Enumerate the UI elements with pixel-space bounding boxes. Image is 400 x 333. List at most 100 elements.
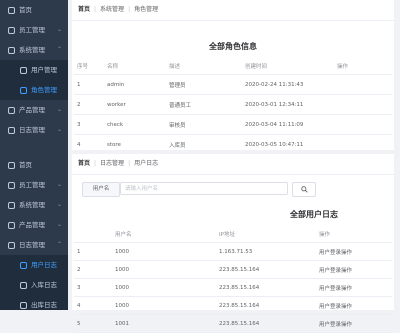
column-header: 操作 <box>334 57 392 75</box>
search-icon <box>300 186 308 193</box>
table-row[interactable]: 1 admin 管理员 2020-02-24 11:31:43 <box>74 74 392 95</box>
user-icon <box>8 26 15 34</box>
sidebar-item[interactable]: 员工管理 ⌄ <box>0 20 68 40</box>
home-icon <box>8 161 15 169</box>
doc-icon <box>20 261 27 269</box>
table-cell: 2020-02-24 11:31:43 <box>242 74 334 95</box>
table-cell: 223.85.15.164 <box>216 314 316 333</box>
column-header: 操作 <box>316 225 392 243</box>
table-cell: 用户登录操作 <box>316 242 392 261</box>
sidebar-item[interactable]: 用户日志 <box>0 255 68 275</box>
search-label: 用户名 <box>82 182 120 197</box>
user-icon <box>8 181 15 189</box>
breadcrumb-home[interactable]: 首页 <box>78 160 90 167</box>
table-cell: 普通员工 <box>166 94 242 115</box>
table-row[interactable]: 3 check 审核员 2020-03-04 11:11:09 <box>74 114 392 135</box>
role-icon <box>20 86 27 94</box>
roles-panel: 首页 | 系统管理 | 角色管理 全部角色信息 序号 名称 描述 创建时间 操作 1 admin 管… <box>72 0 394 155</box>
search-bar: 用户名 请输入用户名 <box>72 175 394 201</box>
sidebar-item[interactable]: 系统管理 ⌃ <box>0 40 68 60</box>
table-cell: 入库员 <box>166 134 242 155</box>
table-cell: admin <box>104 74 166 95</box>
table-cell: 2 <box>74 260 112 279</box>
table-row[interactable]: 4 store 入库员 2020-03-05 10:47:11 <box>74 134 392 155</box>
table-cell: 1000 <box>112 278 216 297</box>
sidebar-item[interactable]: 用户管理 <box>0 60 68 80</box>
sidebar-item[interactable]: 首页 <box>0 155 68 175</box>
table-cell: 1000 <box>112 242 216 261</box>
chevron-icon: ⌃ <box>56 46 62 53</box>
search-button[interactable] <box>292 182 316 197</box>
sidebar-item-label: 日志管理 <box>19 126 45 134</box>
column-header <box>74 225 112 243</box>
table-row[interactable]: 4 1000 223.85.15.164 用户登录操作 <box>74 296 392 315</box>
sidebar-item[interactable]: 入库日志 <box>0 275 68 295</box>
table-cell: 1000 <box>112 260 216 279</box>
sidebar-item-label: 用户管理 <box>31 66 57 74</box>
chevron-icon: ⌄ <box>56 221 62 228</box>
sidebar-item-label: 产品管理 <box>19 106 45 114</box>
table-row[interactable]: 2 worker 普通员工 2020-03-01 12:34:11 <box>74 94 392 115</box>
sidebar-item[interactable]: 系统管理 ⌄ <box>0 195 68 215</box>
sidebar-item[interactable]: 日志管理 ⌄ <box>0 120 68 140</box>
table-cell: 用户登录操作 <box>316 260 392 279</box>
sidebar-item-label: 系统管理 <box>19 201 45 209</box>
table-cell: 223.85.15.164 <box>216 278 316 297</box>
logs-table: 用户名 IP地址 操作 1 1000 1.163.71.53 用户登录操作 2 1000 223… <box>74 225 392 333</box>
table-cell: 1.163.71.53 <box>216 242 316 261</box>
table-cell <box>334 134 392 155</box>
table-cell: 4 <box>74 296 112 315</box>
sidebar-item-label: 员工管理 <box>19 26 45 34</box>
sidebar-item[interactable]: 产品管理 ⌄ <box>0 100 68 120</box>
sidebar-item[interactable]: 角色管理 <box>0 80 68 100</box>
breadcrumb-home[interactable]: 首页 <box>78 6 90 13</box>
sidebar-item-label: 首页 <box>19 161 32 169</box>
log-icon <box>8 126 15 134</box>
column-header: IP地址 <box>216 225 316 243</box>
chevron-icon: ⌄ <box>56 181 62 188</box>
table-cell: 3 <box>74 278 112 297</box>
page-title: 全部用户日志 <box>290 210 338 219</box>
out-icon <box>20 301 27 309</box>
chevron-icon: ⌄ <box>56 26 62 33</box>
chevron-icon: ⌄ <box>56 201 62 208</box>
gear-icon <box>8 46 15 54</box>
sidebar-item-label: 用户日志 <box>31 261 57 269</box>
sidebar-item[interactable]: 出库日志 <box>0 295 68 310</box>
table-cell: 1 <box>74 242 112 261</box>
table-cell: 用户登录操作 <box>316 314 392 333</box>
breadcrumb-section[interactable]: 系统管理 <box>100 6 124 13</box>
sidebar-item-label: 日志管理 <box>19 241 45 249</box>
sidebar-item[interactable]: 员工管理 ⌄ <box>0 175 68 195</box>
table-row[interactable]: 3 1000 223.85.15.164 用户登录操作 <box>74 278 392 297</box>
table-cell: store <box>104 134 166 155</box>
sidebar-item-label: 入库日志 <box>31 281 57 289</box>
sidebar-item-label: 角色管理 <box>31 86 57 94</box>
sidebar-item-label: 系统管理 <box>19 46 45 54</box>
sidebar-top: 首页 员工管理 ⌄ 系统管理 ⌃ 用户管理 角色管理 产品管理 ⌄ 日志管理 ⌄ <box>0 0 68 155</box>
gear-icon <box>8 201 15 209</box>
table-cell: 1000 <box>112 296 216 315</box>
sidebar-item[interactable]: 日志管理 ⌃ <box>0 235 68 255</box>
list-icon <box>20 66 27 74</box>
table-cell: 4 <box>74 134 104 155</box>
table-row[interactable]: 5 1001 223.85.15.164 用户登录操作 <box>74 314 392 333</box>
username-search-input[interactable]: 请输入用户名 <box>120 182 288 195</box>
page-title: 全部角色信息 <box>209 42 257 51</box>
table-cell: 1 <box>74 74 104 95</box>
column-header: 用户名 <box>112 225 216 243</box>
table-cell <box>334 74 392 95</box>
table-cell: 用户登录操作 <box>316 278 392 297</box>
table-row[interactable]: 2 1000 223.85.15.164 用户登录操作 <box>74 260 392 279</box>
sidebar-item[interactable]: 产品管理 ⌄ <box>0 215 68 235</box>
table-row[interactable]: 1 1000 1.163.71.53 用户登录操作 <box>74 242 392 261</box>
table-cell: 2020-03-04 11:11:09 <box>242 114 334 135</box>
table-cell: 管理员 <box>166 74 242 95</box>
sidebar-item[interactable]: 首页 <box>0 0 68 20</box>
table-cell: 用户登录操作 <box>316 296 392 315</box>
chevron-icon: ⌃ <box>56 241 62 248</box>
sidebar-item-label: 员工管理 <box>19 181 45 189</box>
breadcrumb-section[interactable]: 日志管理 <box>100 160 124 167</box>
sidebar-bottom: 首页 员工管理 ⌄ 系统管理 ⌄ 产品管理 ⌄ 日志管理 ⌃ 用户日志 入库日志 出库日志 <box>0 155 68 310</box>
table-cell: 5 <box>74 314 112 333</box>
